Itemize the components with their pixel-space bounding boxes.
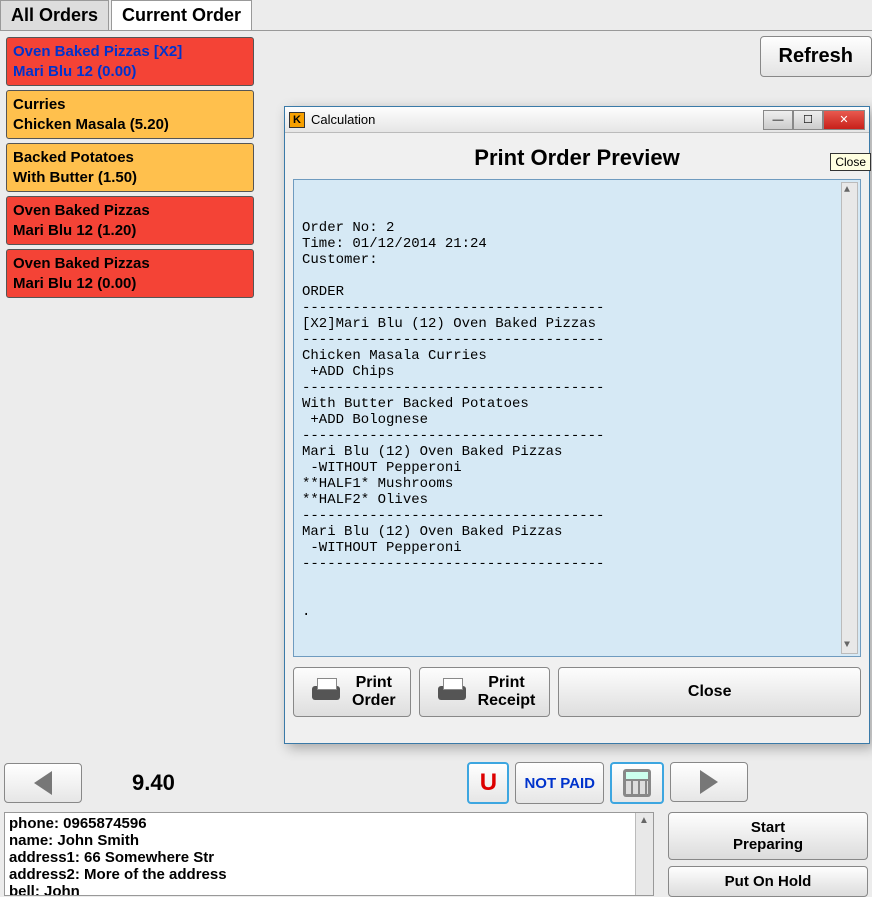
app-icon: K [289,112,305,128]
dialog-titlebar[interactable]: K Calculation — ☐ ✕ [285,107,869,133]
put-on-hold-button[interactable]: Put On Hold [668,866,868,897]
preview-scrollbar[interactable] [841,182,858,654]
calculator-button[interactable] [610,762,664,804]
arrow-right-icon [700,770,718,794]
dialog-heading: Print Order Preview [293,145,861,171]
tab-all-orders[interactable]: All Orders [0,0,109,30]
maximize-button[interactable]: ☐ [793,110,823,130]
titlebar-close-button[interactable]: ✕ [823,110,865,130]
order-item-detail: Mari Blu 12 (0.00) [13,62,247,82]
customer-info: phone: 0965874596 name: John Smith addre… [4,812,654,896]
tab-current-order[interactable]: Current Order [111,0,252,30]
order-item[interactable]: Backed PotatoesWith Butter (1.50) [6,143,254,192]
print-order-button[interactable]: Print Order [293,667,411,717]
order-item-category: Oven Baked Pizzas [X2] [13,42,247,62]
close-button[interactable]: Close [558,667,861,717]
order-item-category: Oven Baked Pizzas [13,201,247,221]
order-item-category: Curries [13,95,247,115]
customer-address1: address1: 66 Somewhere Str [9,849,649,866]
customer-address2: address2: More of the address [9,866,649,883]
order-item-detail: With Butter (1.50) [13,168,247,188]
dialog-window-title: Calculation [311,112,375,127]
refresh-button[interactable]: Refresh [760,36,872,77]
order-item-category: Backed Potatoes [13,148,247,168]
customer-phone: phone: 0965874596 [9,815,649,832]
order-item[interactable]: Oven Baked PizzasMari Blu 12 (1.20) [6,196,254,245]
start-preparing-button[interactable]: StartPreparing [668,812,868,860]
order-item-detail: Mari Blu 12 (1.20) [13,221,247,241]
action-buttons: StartPreparing Put On Hold [668,812,868,897]
preview-text: Order No: 2 Time: 01/12/2014 21:24 Custo… [302,220,604,620]
close-tooltip: Close [830,153,871,171]
preview-textarea[interactable]: Order No: 2 Time: 01/12/2014 21:24 Custo… [293,179,861,657]
bottom-bar: 9.40 U NOT PAID [4,762,868,804]
next-button[interactable] [670,762,748,802]
order-item-detail: Chicken Masala (5.20) [13,115,247,135]
order-item-category: Oven Baked Pizzas [13,254,247,274]
calculator-icon [623,769,651,797]
print-order-label: Print Order [352,674,396,710]
customer-scrollbar[interactable] [635,813,653,895]
order-item[interactable]: Oven Baked Pizzas [X2]Mari Blu 12 (0.00) [6,37,254,86]
minimize-button[interactable]: — [763,110,793,130]
tabs: All Orders Current Order [0,0,872,31]
not-paid-button[interactable]: NOT PAID [515,762,604,804]
order-items-list: Oven Baked Pizzas [X2]Mari Blu 12 (0.00)… [0,31,260,308]
order-total: 9.40 [132,770,175,796]
customer-name: name: John Smith [9,832,649,849]
prev-button[interactable] [4,763,82,803]
arrow-left-icon [34,771,52,795]
printer-icon [308,678,344,706]
order-item[interactable]: CurriesChicken Masala (5.20) [6,90,254,139]
customer-bell: bell: John [9,883,649,896]
print-receipt-label: Print Receipt [478,674,536,710]
calculation-dialog: K Calculation — ☐ ✕ Close Print Order Pr… [284,106,870,744]
printer-icon [434,678,470,706]
order-item[interactable]: Oven Baked PizzasMari Blu 12 (0.00) [6,249,254,298]
u-button[interactable]: U [467,762,509,804]
order-item-detail: Mari Blu 12 (0.00) [13,274,247,294]
print-receipt-button[interactable]: Print Receipt [419,667,551,717]
